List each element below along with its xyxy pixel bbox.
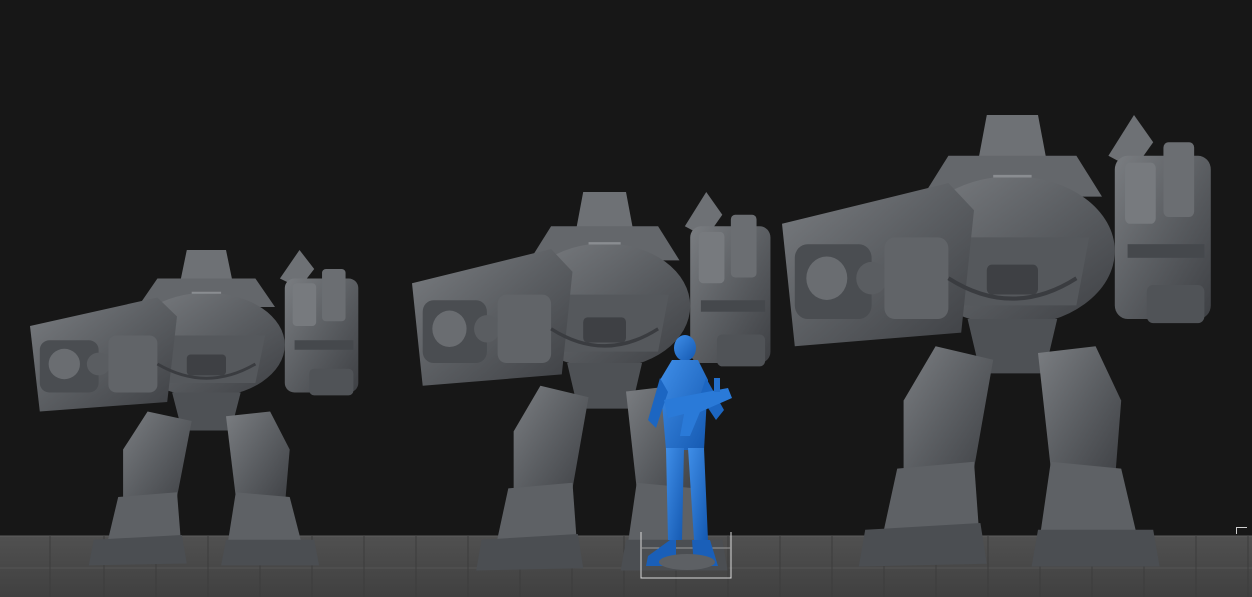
mech-small[interactable] (28, 248, 360, 567)
cursor-corner-icon (1236, 527, 1247, 534)
3d-viewport[interactable] (0, 0, 1252, 597)
mech-large[interactable] (782, 115, 1211, 567)
scene-canvas[interactable] (0, 0, 1252, 597)
